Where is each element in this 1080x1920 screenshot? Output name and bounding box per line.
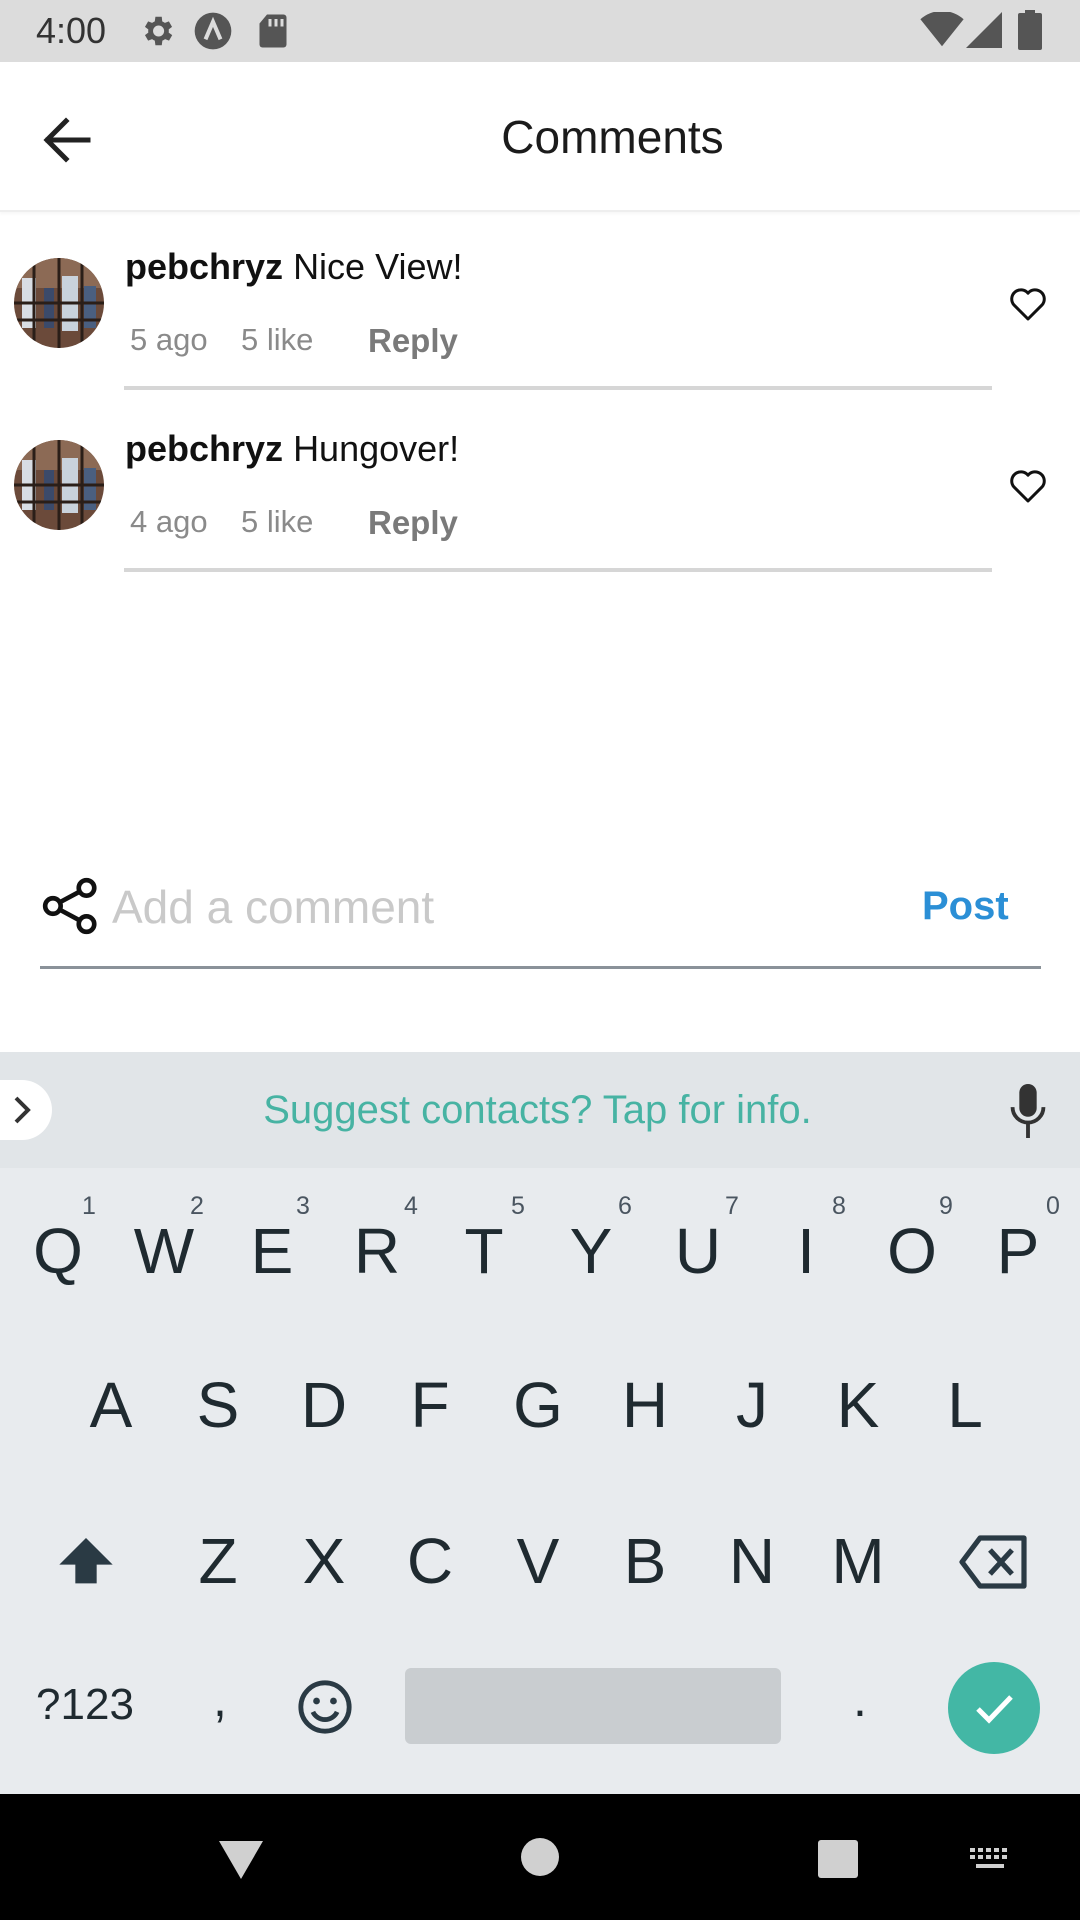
key-hint: 2	[190, 1192, 204, 1220]
key-d[interactable]: D	[292, 1368, 356, 1442]
key-period[interactable]: .	[840, 1670, 880, 1728]
space-key[interactable]	[405, 1668, 781, 1744]
comment-divider	[124, 568, 992, 572]
keyboard-switch-icon[interactable]	[968, 1846, 1012, 1872]
key-hint: 9	[939, 1192, 953, 1220]
key-e[interactable]: E	[240, 1214, 304, 1288]
home-icon[interactable]	[520, 1837, 560, 1877]
back-triangle-icon[interactable]	[216, 1838, 266, 1882]
avatar[interactable]	[14, 440, 104, 530]
key-x[interactable]: X	[292, 1524, 356, 1598]
key-hint: 6	[618, 1192, 632, 1220]
suggestion-bar: Suggest contacts? Tap for info.	[0, 1052, 1080, 1168]
comment-item: pebchryz Nice View! 5 ago 5 like Reply	[0, 230, 1080, 412]
comment-item: pebchryz Hungover! 4 ago 5 like Reply	[0, 412, 1080, 594]
key-g[interactable]: G	[506, 1368, 570, 1442]
key-i[interactable]: I	[774, 1214, 838, 1288]
key-hint: 5	[511, 1192, 525, 1220]
key-u[interactable]: U	[666, 1214, 730, 1288]
key-z[interactable]: Z	[186, 1524, 250, 1598]
key-m[interactable]: M	[826, 1524, 890, 1598]
key-t[interactable]: T	[452, 1214, 516, 1288]
reply-button[interactable]: Reply	[368, 322, 458, 360]
key-y[interactable]: Y	[559, 1214, 623, 1288]
check-icon	[976, 1695, 1013, 1724]
key-k[interactable]: K	[826, 1368, 890, 1442]
post-button[interactable]: Post	[922, 884, 1009, 929]
avatar[interactable]	[14, 258, 104, 348]
suggestion-text[interactable]: Suggest contacts? Tap for info.	[0, 1088, 1075, 1133]
keyboard: Suggest contacts? Tap for info. Q W E R …	[0, 1052, 1080, 1794]
settings-icon	[144, 16, 173, 46]
key-a[interactable]: A	[79, 1368, 143, 1442]
heart-icon[interactable]	[1008, 466, 1048, 506]
key-p[interactable]: P	[986, 1214, 1050, 1288]
heart-icon[interactable]	[1008, 284, 1048, 324]
key-q[interactable]: Q	[26, 1214, 90, 1288]
share-icon[interactable]	[40, 875, 102, 937]
avatar-image	[14, 258, 104, 348]
comment-divider	[124, 386, 992, 390]
app-bar: Comments	[0, 62, 1080, 212]
composer-underline	[40, 966, 1041, 969]
shift-icon[interactable]	[54, 1530, 118, 1594]
wifi-icon	[920, 12, 964, 47]
key-hint: 7	[725, 1192, 739, 1220]
comment-body: pebchryz Nice View!	[125, 246, 462, 288]
key-n[interactable]: N	[720, 1524, 784, 1598]
key-r[interactable]: R	[345, 1214, 409, 1288]
a-circle-icon	[194, 12, 232, 50]
key-hint: 0	[1046, 1192, 1060, 1220]
comment-text: Nice View!	[293, 246, 463, 287]
comment-likes: 5 like	[241, 504, 314, 539]
key-hint: 8	[832, 1192, 846, 1220]
emoji-icon[interactable]	[296, 1678, 354, 1736]
status-bar: 4:00	[0, 0, 1080, 62]
key-c[interactable]: C	[398, 1524, 462, 1598]
reply-button[interactable]: Reply	[368, 504, 458, 542]
key-v[interactable]: V	[506, 1524, 570, 1598]
key-w[interactable]: W	[132, 1214, 196, 1288]
comment-input[interactable]	[112, 872, 892, 942]
key-o[interactable]: O	[880, 1214, 944, 1288]
key-hint: 4	[404, 1192, 418, 1220]
microphone-icon[interactable]	[1008, 1084, 1048, 1138]
key-l[interactable]: L	[933, 1368, 997, 1442]
comment-body: pebchryz Hungover!	[125, 428, 459, 470]
page-title: Comments	[501, 111, 724, 163]
comment-username[interactable]: pebchryz	[125, 246, 283, 287]
key-hint: 1	[82, 1192, 96, 1220]
enter-key[interactable]	[948, 1662, 1040, 1754]
avatar-image	[14, 440, 104, 530]
symbols-key[interactable]: ?123	[30, 1680, 140, 1730]
navigation-bar	[0, 1794, 1080, 1920]
comment-username[interactable]: pebchryz	[125, 428, 283, 469]
key-b[interactable]: B	[613, 1524, 677, 1598]
signal-icon	[966, 12, 1002, 48]
key-h[interactable]: H	[613, 1368, 677, 1442]
comment-likes: 5 like	[241, 322, 314, 357]
key-f[interactable]: F	[398, 1368, 462, 1442]
recents-icon[interactable]	[816, 1838, 860, 1880]
key-s[interactable]: S	[186, 1368, 250, 1442]
battery-icon	[1018, 10, 1042, 50]
backspace-icon[interactable]	[958, 1534, 1030, 1590]
key-j[interactable]: J	[720, 1368, 784, 1442]
comment-text: Hungover!	[293, 428, 460, 469]
sd-card-icon	[259, 14, 287, 48]
status-time: 4:00	[36, 10, 107, 51]
comment-time: 5 ago	[130, 322, 208, 357]
key-hint: 3	[296, 1192, 310, 1220]
key-comma[interactable]: ,	[200, 1670, 240, 1728]
comment-time: 4 ago	[130, 504, 208, 539]
